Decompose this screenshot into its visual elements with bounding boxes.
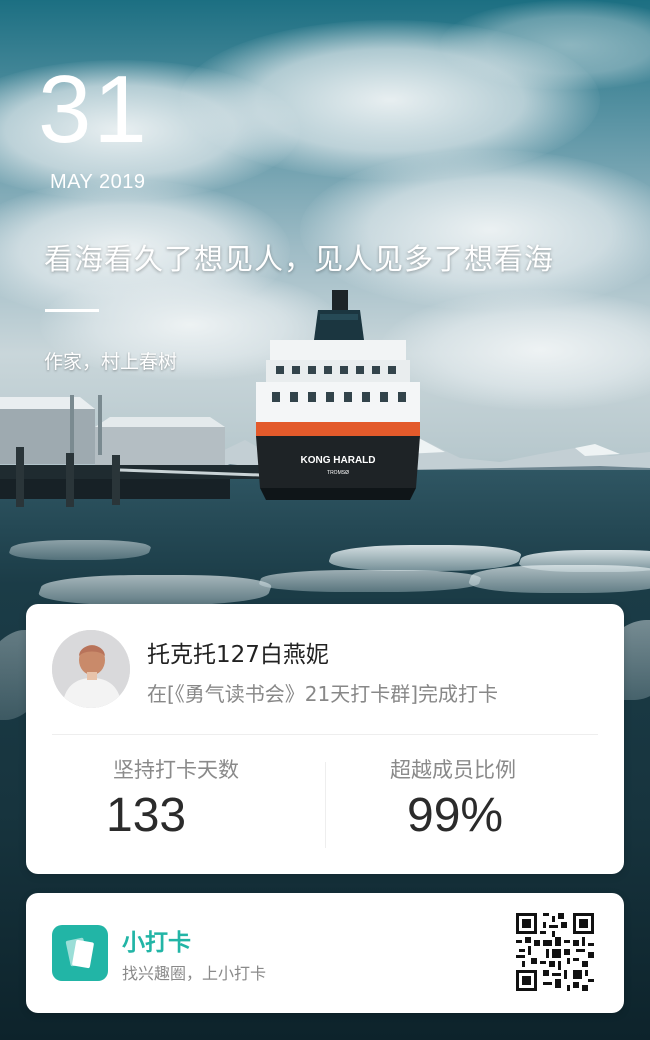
- card-divider-horizontal: [52, 734, 598, 735]
- app-logo-icon: [52, 925, 108, 981]
- quote-divider: [45, 309, 99, 312]
- stat-label: 坚持打卡天数: [113, 758, 239, 782]
- stat-label: 超越成员比例: [390, 758, 516, 782]
- ship: KONG HARALD TROMSØ: [256, 290, 420, 500]
- date-day: 31: [38, 56, 149, 163]
- app-name: 小打卡: [122, 930, 191, 956]
- harbor-shore: [0, 395, 270, 507]
- avatar[interactable]: [52, 630, 130, 708]
- quote-text: 看海看久了想见人，见人见多了想看海: [44, 242, 555, 276]
- stat-streak-days: 坚持打卡天数 133: [76, 754, 276, 843]
- stat-percentile: 超越成员比例 99%: [353, 754, 553, 843]
- stat-value: 99%: [407, 789, 504, 842]
- checkin-card: 托克托127白燕妮 在[《勇气读书会》21天打卡群]完成打卡 坚持打卡天数 13…: [26, 604, 624, 874]
- avatar-person-icon: [52, 630, 130, 708]
- stat-value: 133: [106, 789, 187, 842]
- quote-author: 作家，村上春树: [44, 351, 178, 373]
- checkin-description: 在[《勇气读书会》21天打卡群]完成打卡: [147, 682, 499, 706]
- ship-port-text: TROMSØ: [327, 470, 349, 476]
- card-divider-vertical: [325, 762, 326, 848]
- date-month-year: MAY 2019: [50, 171, 146, 193]
- username: 托克托127白燕妮: [147, 642, 329, 668]
- app-promo-card[interactable]: 小打卡 找兴趣圈，上小打卡: [26, 893, 624, 1013]
- ship-name-text: KONG HARALD: [301, 455, 376, 466]
- qr-code-icon[interactable]: [516, 913, 594, 991]
- app-slogan: 找兴趣圈，上小打卡: [122, 964, 267, 983]
